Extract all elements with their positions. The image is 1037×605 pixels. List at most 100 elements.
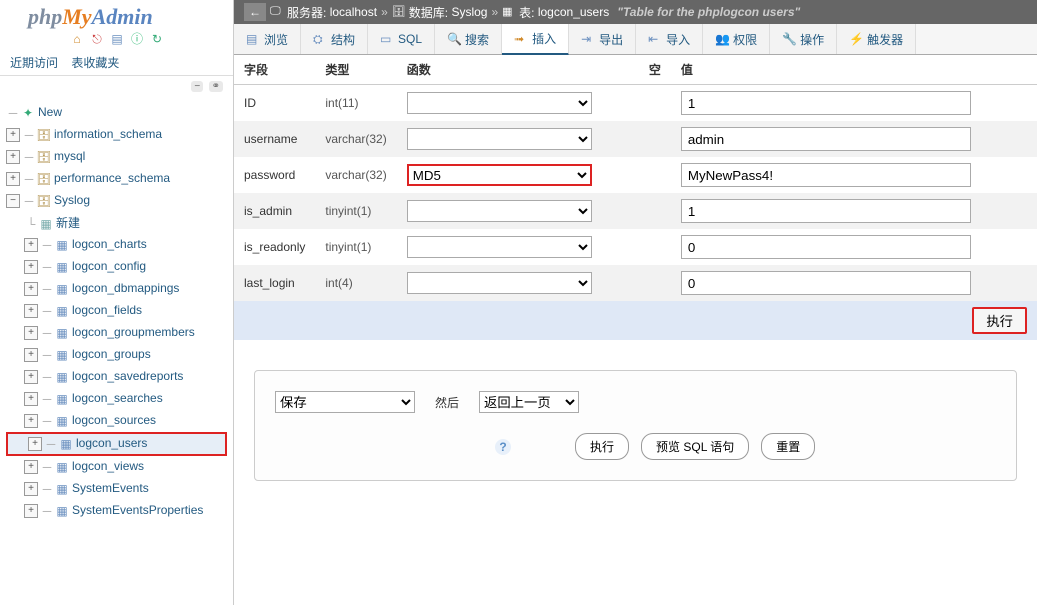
tree-table-logcon_config[interactable]: +─▦logcon_config xyxy=(6,256,227,278)
expand-icon[interactable]: + xyxy=(24,304,38,318)
tree-db-mysql[interactable]: +─🗄mysql xyxy=(6,146,227,168)
expand-icon[interactable]: + xyxy=(24,238,38,252)
tree-table-logcon_charts[interactable]: +─▦logcon_charts xyxy=(6,234,227,256)
go-button[interactable]: 执行 xyxy=(972,307,1027,334)
save-select[interactable]: 保存 xyxy=(275,391,415,413)
tab-搜索[interactable]: 🔍搜索 xyxy=(435,24,502,54)
field-type: varchar(32) xyxy=(315,157,396,193)
reload-icon[interactable]: ↻ xyxy=(150,32,164,46)
insert-row-last_login: last_loginint(4) xyxy=(234,265,1037,301)
field-name: username xyxy=(234,121,315,157)
value-input-is_readonly[interactable] xyxy=(681,235,971,259)
table-icon: ▦ xyxy=(54,281,70,297)
field-name: is_readonly xyxy=(234,229,315,265)
db-link[interactable]: Syslog xyxy=(451,5,487,19)
tab-SQL[interactable]: ▭SQL xyxy=(368,24,435,54)
wrench-icon: 🔧 xyxy=(782,32,796,46)
expand-icon[interactable]: + xyxy=(24,414,38,428)
func-select-ID[interactable] xyxy=(407,92,592,114)
value-input-password[interactable] xyxy=(681,163,971,187)
func-select-username[interactable] xyxy=(407,128,592,150)
tab-结构[interactable]: ⛭结构 xyxy=(301,24,368,54)
tree-db-information_schema[interactable]: +─🗄information_schema xyxy=(6,124,227,146)
tree-table-logcon_views[interactable]: +─▦logcon_views xyxy=(6,456,227,478)
exec-button[interactable]: 执行 xyxy=(575,433,629,460)
value-input-ID[interactable] xyxy=(681,91,971,115)
tree-table-logcon_groupmembers[interactable]: +─▦logcon_groupmembers xyxy=(6,322,227,344)
table-icon: ▦ xyxy=(54,413,70,429)
table-comment: "Table for the phplogcon users" xyxy=(617,5,800,19)
tree-new-table[interactable]: └▦新建 xyxy=(6,212,227,234)
logout-icon[interactable]: ⎋ xyxy=(90,32,104,46)
expand-icon[interactable]: + xyxy=(24,348,38,362)
expand-icon[interactable]: + xyxy=(24,370,38,384)
insert-row-username: usernamevarchar(32) xyxy=(234,121,1037,157)
tab-浏览[interactable]: ▤浏览 xyxy=(234,24,301,54)
col-func: 函数 xyxy=(397,55,639,85)
collapse-icon[interactable]: − xyxy=(191,81,203,92)
expand-icon[interactable]: + xyxy=(24,392,38,406)
value-input-username[interactable] xyxy=(681,127,971,151)
server-link[interactable]: localhost xyxy=(330,5,377,19)
nav-toggle-icon[interactable]: ← xyxy=(244,3,266,21)
after-select[interactable]: 返回上一页 xyxy=(479,391,579,413)
func-select-last_login[interactable] xyxy=(407,272,592,294)
tab-导出[interactable]: ⇥导出 xyxy=(569,24,636,54)
recent-link[interactable]: 近期访问 xyxy=(10,56,58,70)
func-select-is_admin[interactable] xyxy=(407,200,592,222)
func-select-password[interactable]: MD5 xyxy=(407,164,592,186)
value-input-last_login[interactable] xyxy=(681,271,971,295)
tree-new-db[interactable]: ─✦New xyxy=(6,102,227,124)
tree-table-logcon_dbmappings[interactable]: +─▦logcon_dbmappings xyxy=(6,278,227,300)
expand-icon[interactable]: − xyxy=(6,194,20,208)
help-icon[interactable]: ? xyxy=(495,439,511,455)
expand-icon[interactable]: + xyxy=(6,150,20,164)
tree-db-performance_schema[interactable]: +─🗄performance_schema xyxy=(6,168,227,190)
tree-table-logcon_savedreports[interactable]: +─▦logcon_savedreports xyxy=(6,366,227,388)
tab-权限[interactable]: 👥权限 xyxy=(703,24,770,54)
tree-table-SystemEvents[interactable]: +─▦SystemEvents xyxy=(6,478,227,500)
expand-icon[interactable]: + xyxy=(24,326,38,340)
value-input-is_admin[interactable] xyxy=(681,199,971,223)
expand-icon[interactable]: + xyxy=(28,437,42,451)
tab-触发器[interactable]: ⚡触发器 xyxy=(837,24,916,54)
expand-icon[interactable]: + xyxy=(24,482,38,496)
link-icon[interactable]: ⚭ xyxy=(209,81,223,92)
docs-icon[interactable]: ⓘ xyxy=(130,32,144,46)
expand-icon[interactable]: + xyxy=(24,460,38,474)
tbl-link[interactable]: logcon_users xyxy=(538,5,609,19)
table-icon: ▦ xyxy=(54,259,70,275)
field-type: int(11) xyxy=(315,85,396,122)
table-icon: ▦ xyxy=(54,303,70,319)
expand-icon[interactable]: + xyxy=(24,504,38,518)
expand-icon[interactable]: + xyxy=(24,260,38,274)
expand-icon[interactable]: + xyxy=(6,128,20,142)
tree-table-SystemEventsProperties[interactable]: +─▦SystemEventsProperties xyxy=(6,500,227,522)
logo[interactable]: phpMyAdmin xyxy=(0,0,233,32)
tab-导入[interactable]: ⇤导入 xyxy=(636,24,703,54)
insert-icon: ➟ xyxy=(514,32,528,46)
tab-操作[interactable]: 🔧操作 xyxy=(770,24,837,54)
home-icon[interactable]: ⌂ xyxy=(70,32,84,46)
priv-icon: 👥 xyxy=(715,32,729,46)
favorites-link[interactable]: 表收藏夹 xyxy=(71,56,119,70)
sql-icon[interactable]: ▤ xyxy=(110,32,124,46)
tree-table-logcon_users[interactable]: +─▦logcon_users xyxy=(6,432,227,456)
expand-icon[interactable]: + xyxy=(24,282,38,296)
sql-icon: ▭ xyxy=(380,32,394,46)
func-select-is_readonly[interactable] xyxy=(407,236,592,258)
reset-button[interactable]: 重置 xyxy=(761,433,815,460)
server-icon: 🖵 xyxy=(270,5,284,19)
preview-sql-button[interactable]: 预览 SQL 语句 xyxy=(641,433,749,460)
table-icon: ▦ xyxy=(54,237,70,253)
tab-插入[interactable]: ➟插入 xyxy=(502,24,569,55)
tree-table-logcon_sources[interactable]: +─▦logcon_sources xyxy=(6,410,227,432)
tree-table-logcon_searches[interactable]: +─▦logcon_searches xyxy=(6,388,227,410)
tree-table-logcon_groups[interactable]: +─▦logcon_groups xyxy=(6,344,227,366)
new-db-icon: ✦ xyxy=(20,105,36,121)
database-icon: 🗄 xyxy=(36,127,52,143)
field-name: ID xyxy=(234,85,315,122)
tree-db-Syslog[interactable]: −─🗄Syslog xyxy=(6,190,227,212)
tree-table-logcon_fields[interactable]: +─▦logcon_fields xyxy=(6,300,227,322)
expand-icon[interactable]: + xyxy=(6,172,20,186)
